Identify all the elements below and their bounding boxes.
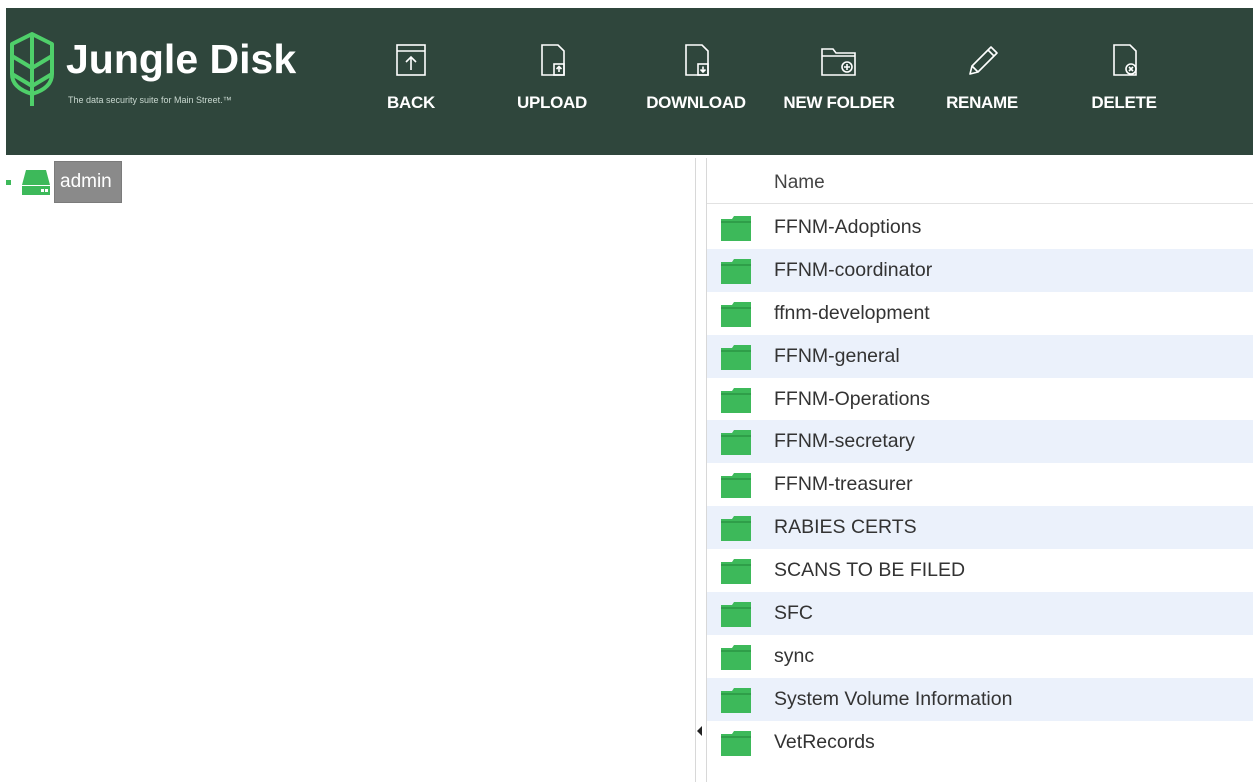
folder-icon [721, 559, 751, 585]
back-button[interactable]: BACK [383, 40, 439, 124]
pencil-icon [969, 46, 998, 75]
rename-button[interactable]: RENAME [940, 40, 1024, 124]
file-name: SFC [774, 602, 813, 625]
file-name: FFNM-secretary [774, 430, 915, 453]
drive-icon [22, 170, 50, 195]
folder-icon [721, 602, 751, 628]
folder-icon [721, 301, 751, 327]
folder-icon [721, 644, 751, 670]
tree-expander[interactable] [6, 180, 11, 185]
logo-tagline: The data security suite for Main Street.… [68, 95, 232, 105]
new-folder-icon [821, 48, 856, 76]
folder-icon [721, 387, 751, 413]
list-item[interactable]: FFNM-Adoptions [707, 206, 1253, 249]
delete-file-icon [1113, 44, 1137, 76]
list-item[interactable]: ffnm-development [707, 292, 1253, 335]
folder-icon [721, 344, 751, 370]
file-list: FFNM-Adoptions FFNM-coordinator ffnm-dev… [707, 206, 1253, 764]
pane-splitter[interactable] [695, 158, 707, 782]
tree-node-label[interactable]: admin [54, 161, 122, 203]
download-button[interactable]: DOWNLOAD [641, 40, 751, 124]
list-item[interactable]: FFNM-coordinator [707, 248, 1253, 292]
list-item[interactable]: System Volume Information [707, 677, 1253, 721]
column-header-name[interactable]: Name [707, 158, 1253, 204]
file-name: FFNM-Adoptions [774, 216, 922, 238]
folder-icon [721, 216, 751, 241]
download-file-icon [685, 44, 709, 76]
upload-label: UPLOAD [517, 93, 587, 112]
file-name: System Volume Information [774, 687, 1013, 710]
new-folder-label: NEW FOLDER [783, 93, 895, 112]
delete-label: DELETE [1091, 93, 1157, 112]
folder-icon [721, 516, 751, 542]
rename-label: RENAME [946, 93, 1018, 112]
list-item[interactable]: SCANS TO BE FILED [707, 549, 1253, 592]
logo-title: Jungle Disk [66, 36, 297, 82]
new-folder-button[interactable]: NEW FOLDER [778, 40, 900, 124]
delete-button[interactable]: DELETE [1088, 40, 1160, 124]
file-name: ffnm-development [774, 301, 930, 324]
file-name: FFNM-Operations [774, 387, 931, 410]
column-header-label: Name [774, 172, 825, 193]
folder-icon [721, 430, 751, 456]
upload-file-icon [541, 44, 565, 76]
file-name: RABIES CERTS [774, 516, 917, 539]
list-item[interactable]: sync [707, 635, 1253, 678]
download-label: DOWNLOAD [646, 93, 746, 112]
folder-icon [721, 687, 751, 713]
file-name: FFNM-coordinator [774, 258, 933, 281]
list-item[interactable]: FFNM-treasurer [707, 463, 1253, 506]
file-name: FFNM-general [774, 344, 900, 367]
list-item[interactable]: SFC [707, 592, 1253, 635]
folder-icon [721, 473, 751, 499]
file-name: SCANS TO BE FILED [774, 559, 966, 582]
file-name: VetRecords [774, 730, 875, 753]
folder-icon [721, 258, 751, 284]
folder-tree-pane: admin [0, 158, 695, 782]
list-item[interactable]: VetRecords [707, 721, 1253, 764]
app-header: Jungle Disk The data security suite for … [6, 8, 1253, 155]
back-label: BACK [387, 93, 435, 112]
list-item[interactable]: FFNM-secretary [707, 420, 1253, 464]
folder-icon [721, 730, 751, 756]
list-item[interactable]: FFNM-general [707, 334, 1253, 378]
back-icon [396, 44, 426, 76]
jungle-disk-logo-icon [10, 32, 54, 106]
file-list-pane: Name FFNM-Adoptions FFNM-coordinator ffn… [707, 158, 1253, 782]
file-name: sync [774, 644, 815, 667]
list-item[interactable]: RABIES CERTS [707, 506, 1253, 550]
file-name: FFNM-treasurer [774, 473, 913, 496]
collapse-arrow-icon[interactable] [697, 726, 702, 736]
upload-button[interactable]: UPLOAD [512, 40, 592, 124]
list-item[interactable]: FFNM-Operations [707, 378, 1253, 421]
